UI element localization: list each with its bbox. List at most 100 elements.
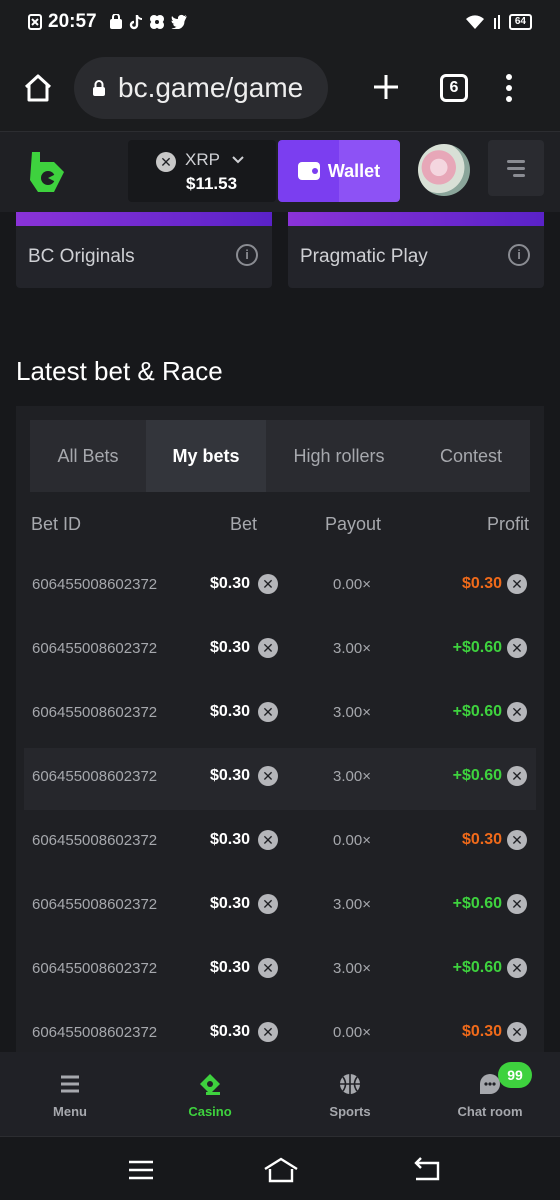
bet-id[interactable]: 606455008602372 (32, 832, 172, 849)
profit-amount: $0.30 (461, 575, 502, 592)
table-row[interactable]: 606455008602372 $0.30 ✕ 0.00× $0.30 ✕ (24, 1004, 536, 1056)
profit-amount: +$0.60 (452, 895, 502, 912)
browser-menu-button[interactable] (506, 73, 512, 102)
site-menu-button[interactable] (488, 140, 544, 196)
table-row[interactable]: 606455008602372 $0.30 ✕ 3.00× +$0.60 ✕ (24, 620, 536, 682)
casino-icon (200, 1074, 220, 1095)
system-nav-bar (0, 1136, 560, 1200)
dot-icon (506, 73, 512, 80)
bet-id[interactable]: 606455008602372 (32, 1024, 172, 1041)
bet-amount: $0.30 (210, 703, 251, 720)
nav-casino[interactable]: Casino (140, 1052, 280, 1136)
column-profit: Profit (486, 514, 529, 534)
chevron-down-icon (232, 152, 244, 167)
column-bet: Bet (230, 514, 258, 534)
bet-id[interactable]: 606455008602372 (32, 896, 172, 913)
nav-menu[interactable]: Menu (0, 1052, 140, 1136)
shopping-bag-icon (109, 14, 122, 29)
info-icon[interactable]: i (236, 244, 258, 266)
profit-amount: +$0.60 (452, 767, 502, 784)
currency-name: XRP (185, 150, 220, 169)
profit-amount: +$0.60 (452, 959, 502, 976)
payout-multiplier: 3.00× (333, 960, 371, 977)
xrp-icon: ✕ (258, 1022, 278, 1042)
bet-id[interactable]: 606455008602372 (32, 768, 172, 785)
bet-id[interactable]: 606455008602372 (32, 576, 172, 593)
provider-name: BC Originals (28, 246, 135, 267)
bet-amount: $0.30 (210, 831, 251, 848)
back-icon[interactable] (412, 1155, 442, 1185)
nav-label: Sports (329, 1104, 371, 1119)
bc-game-logo[interactable] (28, 150, 66, 194)
nav-label: Chat room (457, 1104, 523, 1119)
close-box-icon (28, 14, 42, 30)
menu-line-icon (507, 159, 525, 163)
bet-amount: $0.30 (210, 959, 251, 976)
browser-toolbar: bc.game/game 6 (0, 44, 560, 132)
wifi-icon (465, 15, 484, 29)
home-icon (24, 74, 52, 101)
xrp-icon: ✕ (507, 702, 527, 722)
bet-id[interactable]: 606455008602372 (32, 960, 172, 977)
browser-home-button[interactable] (18, 68, 58, 108)
bet-amount: $0.30 (210, 575, 251, 592)
avatar[interactable] (418, 144, 470, 196)
currency-selector[interactable]: ✕ XRP $11.53 (128, 140, 276, 202)
home-nav-icon[interactable] (262, 1155, 300, 1185)
info-icon[interactable]: i (508, 244, 530, 266)
twitter-icon (171, 14, 187, 29)
battery-indicator: 64 (508, 14, 532, 30)
wallet-label: Wallet (327, 160, 381, 181)
provider-card[interactable]: Pragmatic Play i (288, 212, 544, 288)
xrp-icon: ✕ (507, 574, 527, 594)
xrp-icon: ✕ (507, 766, 527, 786)
table-row[interactable]: 606455008602372 $0.30 ✕ 3.00× +$0.60 ✕ (24, 940, 536, 1002)
bet-amount: $0.30 (210, 895, 251, 912)
clock: 20:57 (48, 11, 97, 32)
menu-icon (61, 1075, 79, 1093)
tab-my-bets[interactable]: My bets (146, 420, 266, 492)
tab-switcher-button[interactable]: 6 (440, 73, 468, 102)
bet-amount: $0.30 (210, 1023, 251, 1040)
recent-apps-icon[interactable] (126, 1155, 156, 1185)
section-title: Latest bet & Race (16, 356, 223, 386)
table-row[interactable]: 606455008602372 $0.30 ✕ 0.00× $0.30 ✕ (24, 556, 536, 618)
nav-sports[interactable]: Sports (280, 1052, 420, 1136)
url-text: bc.game/game (118, 71, 304, 103)
profit-amount: +$0.60 (452, 703, 502, 720)
xrp-icon: ✕ (507, 1022, 527, 1042)
xrp-icon: ✕ (258, 574, 278, 594)
table-row[interactable]: 606455008602372 $0.30 ✕ 3.00× +$0.60 ✕ (24, 876, 536, 938)
bet-id[interactable]: 606455008602372 (32, 704, 172, 721)
table-header: Bet ID Bet Payout Profit (16, 514, 544, 538)
lock-icon (93, 79, 105, 96)
xrp-icon: ✕ (507, 894, 527, 914)
plus-icon (374, 74, 398, 99)
profit-amount: +$0.60 (452, 639, 502, 656)
status-right: 64 (465, 14, 532, 30)
tab-all-bets[interactable]: All Bets (30, 420, 146, 492)
xrp-icon: ✕ (258, 830, 278, 850)
table-row[interactable]: 606455008602372 $0.30 ✕ 3.00× +$0.60 ✕ (24, 684, 536, 746)
provider-banner (16, 212, 272, 226)
sports-ball-icon (340, 1074, 360, 1094)
xrp-icon: ✕ (258, 702, 278, 722)
tab-high-rollers[interactable]: High rollers (266, 420, 412, 492)
column-bet-id: Bet ID (31, 514, 82, 534)
table-row[interactable]: 606455008602372 $0.30 ✕ 3.00× +$0.60 ✕ (24, 748, 536, 810)
menu-line-icon (513, 173, 525, 177)
bottom-nav: Menu Casino Sports 99 Chat room (0, 1052, 560, 1136)
new-tab-button[interactable] (366, 67, 406, 109)
bet-id[interactable]: 606455008602372 (32, 640, 172, 657)
provider-card[interactable]: BC Originals i (16, 212, 272, 288)
nav-label: Casino (188, 1104, 232, 1119)
address-bar[interactable]: bc.game/game (74, 56, 328, 119)
wallet-button[interactable]: Wallet (278, 140, 400, 202)
tab-contest[interactable]: Contest (412, 420, 530, 492)
tiktok-icon (129, 15, 142, 30)
xrp-icon: ✕ (258, 638, 278, 658)
balance-amount: $11.53 (186, 174, 238, 193)
nav-chat-room[interactable]: 99 Chat room (420, 1052, 560, 1136)
table-row[interactable]: 606455008602372 $0.30 ✕ 0.00× $0.30 ✕ (24, 812, 536, 874)
xrp-icon: ✕ (258, 958, 278, 978)
